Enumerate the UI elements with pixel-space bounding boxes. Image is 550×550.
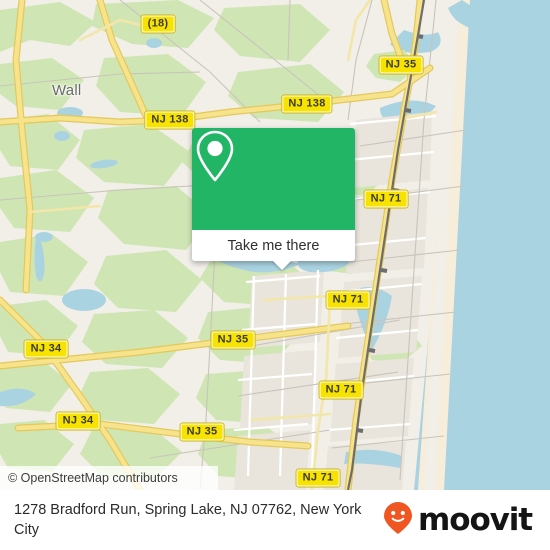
road-shield-label: NJ 138 xyxy=(282,95,332,113)
map-canvas[interactable]: Wall (18) NJ 35 NJ 138 NJ 138 NJ 71 NJ 7… xyxy=(0,0,550,490)
footer-bar: 1278 Bradford Run, Spring Lake, NJ 07762… xyxy=(0,490,550,550)
popup-pointer-tail xyxy=(272,260,292,270)
moovit-map-screenshot: Wall (18) NJ 35 NJ 138 NJ 138 NJ 71 NJ 7… xyxy=(0,0,550,550)
road-shield-label: NJ 138 xyxy=(145,111,195,129)
road-shield-nj71-north[interactable]: NJ 71 xyxy=(363,189,409,209)
road-shield-nj35-mid[interactable]: NJ 35 xyxy=(210,330,256,350)
road-shield-label: NJ 34 xyxy=(56,412,100,430)
road-shield-label: NJ 71 xyxy=(326,291,370,309)
road-shield-label: NJ 35 xyxy=(379,56,423,74)
popup-header xyxy=(192,128,355,230)
moovit-pin-smile-icon xyxy=(383,501,413,540)
road-shield-nj35-south[interactable]: NJ 35 xyxy=(179,422,225,442)
popup-footer[interactable]: Take me there xyxy=(192,230,355,270)
location-popup-card[interactable]: Take me there xyxy=(192,128,355,270)
moovit-wordmark: moovit xyxy=(418,501,533,538)
road-shield-label: NJ 71 xyxy=(364,190,408,208)
take-me-there-button[interactable]: Take me there xyxy=(228,238,320,254)
road-shield-nj138-east[interactable]: NJ 138 xyxy=(281,94,333,114)
road-shield-nj138-west[interactable]: NJ 138 xyxy=(144,110,196,130)
road-shield-label: NJ 34 xyxy=(24,340,68,358)
road-shield-nj35-north[interactable]: NJ 35 xyxy=(378,55,424,75)
map-attribution[interactable]: © OpenStreetMap contributors xyxy=(0,466,218,490)
road-shield-label: NJ 71 xyxy=(296,469,340,487)
road-shield-nj34-north[interactable]: NJ 34 xyxy=(23,339,69,359)
address-text: 1278 Bradford Run, Spring Lake, NJ 07762… xyxy=(14,502,362,538)
road-shield-nj71-bottom[interactable]: NJ 71 xyxy=(295,468,341,488)
road-shield-label: NJ 71 xyxy=(319,381,363,399)
road-shield-nj71-mid[interactable]: NJ 71 xyxy=(325,290,371,310)
road-shield-18[interactable]: (18) xyxy=(140,14,176,34)
moovit-logo[interactable]: moovit xyxy=(383,501,536,540)
map-place-label: Wall xyxy=(52,82,82,99)
attribution-text: © OpenStreetMap contributors xyxy=(8,471,178,485)
road-shield-label: NJ 35 xyxy=(211,331,255,349)
road-shield-label: (18) xyxy=(141,15,175,33)
road-shield-nj34-south[interactable]: NJ 34 xyxy=(55,411,101,431)
road-shield-nj71-south[interactable]: NJ 71 xyxy=(318,380,364,400)
road-shield-label: NJ 35 xyxy=(180,423,224,441)
